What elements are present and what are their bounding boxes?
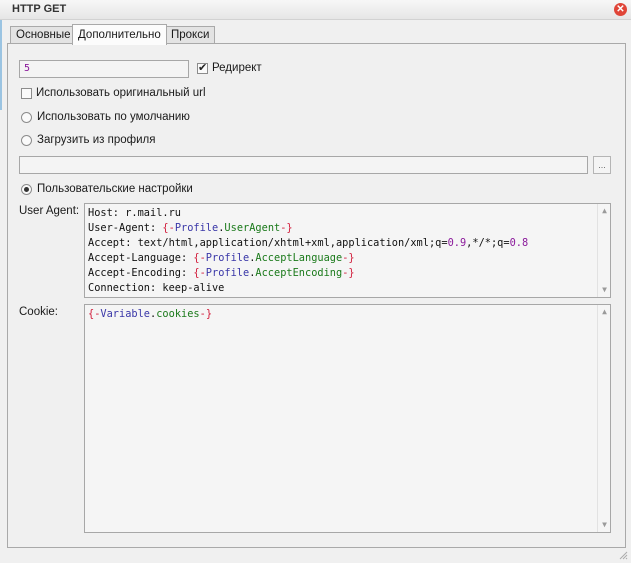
user-agent-label: User Agent: bbox=[19, 205, 80, 217]
profile-path-input[interactable] bbox=[19, 156, 588, 174]
use-original-url-checkbox[interactable] bbox=[21, 88, 32, 99]
code-line: Host: r.mail.ru bbox=[88, 207, 181, 219]
cookie-label: Cookie: bbox=[19, 306, 58, 318]
radio-selected-dot bbox=[24, 187, 29, 192]
scroll-up-arrow-icon[interactable]: ▲ bbox=[599, 206, 610, 216]
scroll-down-arrow-icon[interactable]: ▼ bbox=[599, 285, 610, 295]
cookie-editor[interactable]: {-Variable.cookies-} ▲ ▼ bbox=[84, 304, 611, 533]
code-line: User-Agent: {-Profile.UserAgent-} bbox=[88, 222, 293, 234]
browse-button[interactable]: ... bbox=[593, 156, 611, 174]
close-icon[interactable]: ✕ bbox=[614, 3, 627, 16]
code-line: Accept-Encoding: {-Profile.AcceptEncodin… bbox=[88, 267, 355, 279]
checkmark-icon: ✔ bbox=[198, 62, 208, 74]
tab-proxy[interactable]: Прокси bbox=[165, 26, 216, 44]
radio-use-default-label: Использовать по умолчанию bbox=[37, 111, 190, 123]
radio-load-profile[interactable] bbox=[21, 135, 32, 146]
radio-custom-settings[interactable] bbox=[21, 184, 32, 195]
scroll-down-arrow-icon[interactable]: ▼ bbox=[599, 520, 610, 530]
resize-grip-icon[interactable] bbox=[618, 550, 628, 560]
use-original-url-label: Использовать оригинальный url bbox=[36, 87, 206, 99]
tab-advanced[interactable]: Дополнительно bbox=[72, 24, 167, 45]
user-agent-scrollbar[interactable]: ▲ ▼ bbox=[597, 204, 610, 297]
window-title: HTTP GET bbox=[12, 3, 67, 15]
radio-load-profile-label: Загрузить из профиля bbox=[37, 134, 156, 146]
code-line: Accept-Language: {-Profile.AcceptLanguag… bbox=[88, 252, 355, 264]
code-line: Connection: keep-alive bbox=[88, 282, 225, 294]
code-line: Accept: text/html,application/xhtml+xml,… bbox=[88, 237, 529, 249]
tab-basic[interactable]: Основные bbox=[10, 26, 77, 44]
radio-custom-settings-label: Пользовательские настройки bbox=[37, 183, 193, 195]
cookie-scrollbar[interactable]: ▲ ▼ bbox=[597, 305, 610, 532]
code-line: {-Variable.cookies-} bbox=[88, 308, 213, 320]
scroll-up-arrow-icon[interactable]: ▲ bbox=[599, 307, 610, 317]
radio-use-default[interactable] bbox=[21, 112, 32, 123]
redirect-count-input[interactable]: 5 bbox=[19, 60, 189, 78]
title-bar: HTTP GET ✕ bbox=[0, 0, 631, 20]
user-agent-editor[interactable]: Host: r.mail.ru User-Agent: {-Profile.Us… bbox=[84, 203, 611, 298]
redirect-label: Редирект bbox=[212, 62, 262, 74]
window-edge-accent bbox=[0, 20, 2, 110]
redirect-checkbox[interactable]: ✔ bbox=[197, 62, 208, 74]
